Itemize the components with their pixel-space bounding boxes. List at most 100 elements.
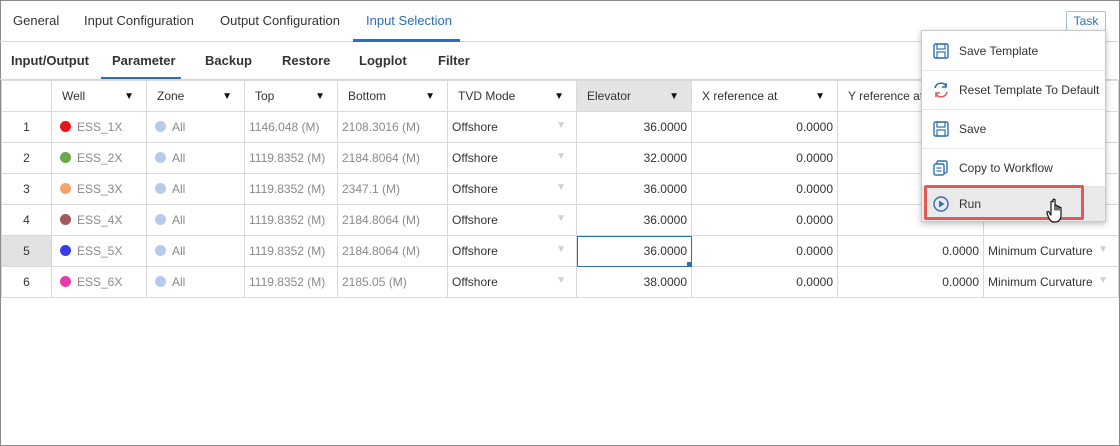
header-bottom[interactable]: Bottom ▼	[337, 80, 448, 112]
zone-cell[interactable]: All	[146, 235, 245, 267]
row-number[interactable]: 1	[1, 111, 52, 143]
top-cell[interactable]: 1119.8352 (M)	[244, 235, 338, 267]
well-color-dot	[60, 214, 71, 225]
subtab-filter[interactable]: Filter	[438, 53, 470, 68]
subtab-restore[interactable]: Restore	[282, 53, 330, 68]
sort-arrow-icon[interactable]: ▼	[222, 91, 232, 102]
zone-cell[interactable]: All	[146, 173, 245, 205]
top-cell[interactable]: 1119.8352 (M)	[244, 204, 338, 236]
bottom-cell[interactable]: 2184.8064 (M)	[337, 142, 448, 174]
header-well[interactable]: Well ▼	[51, 80, 147, 112]
sort-arrow-icon[interactable]: ▼	[315, 91, 325, 102]
row-number[interactable]: 4	[1, 204, 52, 236]
row-number[interactable]: 2	[1, 142, 52, 174]
tvd-mode-cell[interactable]: Offshore ▼	[447, 266, 577, 298]
subtab-input-output[interactable]: Input/Output	[11, 53, 89, 68]
bottom-cell[interactable]: 2184.8064 (M)	[337, 235, 448, 267]
x-reference-cell[interactable]: 0.0000	[691, 235, 838, 267]
well-color-dot	[60, 183, 71, 194]
method-cell[interactable]: Minimum Curvature ▼	[983, 235, 1119, 267]
sort-arrow-icon[interactable]: ▼	[669, 91, 679, 102]
dropdown-arrow-icon[interactable]: ▼	[1098, 275, 1108, 286]
well-color-dot	[60, 245, 71, 256]
well-cell[interactable]: ESS_6X	[51, 266, 147, 298]
subtab-parameter[interactable]: Parameter	[112, 53, 176, 68]
subtab-logplot[interactable]: Logplot	[359, 53, 407, 68]
zone-color-dot	[155, 276, 166, 287]
elevator-cell[interactable]: 36.0000	[576, 173, 692, 205]
bottom-cell[interactable]: 2184.8064 (M)	[337, 204, 448, 236]
tvd-mode-cell[interactable]: Offshore ▼	[447, 204, 577, 236]
well-cell[interactable]: ESS_1X	[51, 111, 147, 143]
dropdown-arrow-icon[interactable]: ▼	[556, 120, 566, 131]
tab-general[interactable]: General	[13, 13, 59, 28]
header-top[interactable]: Top ▼	[244, 80, 338, 112]
tvd-mode-cell[interactable]: Offshore ▼	[447, 235, 577, 267]
header-elevator[interactable]: Elevator ▼	[576, 80, 692, 112]
elevator-cell[interactable]: 38.0000	[576, 266, 692, 298]
top-cell[interactable]: 1119.8352 (M)	[244, 142, 338, 174]
subtab-backup[interactable]: Backup	[205, 53, 252, 68]
bottom-cell[interactable]: 2108.3016 (M)	[337, 111, 448, 143]
x-reference-cell[interactable]: 0.0000	[691, 111, 838, 143]
menu-item-copy-to-workflow[interactable]: Copy to Workflow	[922, 149, 1105, 187]
dropdown-arrow-icon[interactable]: ▼	[556, 213, 566, 224]
well-cell[interactable]: ESS_5X	[51, 235, 147, 267]
header-rownum	[1, 80, 52, 112]
dropdown-arrow-icon[interactable]: ▼	[556, 275, 566, 286]
tvd-mode-cell[interactable]: Offshore ▼	[447, 111, 577, 143]
bottom-cell[interactable]: 2347.1 (M)	[337, 173, 448, 205]
elevator-cell[interactable]: 32.0000	[576, 142, 692, 174]
well-cell[interactable]: ESS_3X	[51, 173, 147, 205]
menu-item-save[interactable]: Save	[922, 110, 1105, 148]
sort-arrow-icon[interactable]: ▼	[815, 91, 825, 102]
x-reference-cell[interactable]: 0.0000	[691, 266, 838, 298]
row-number[interactable]: 6	[1, 266, 52, 298]
top-cell[interactable]: 1119.8352 (M)	[244, 266, 338, 298]
elevator-cell[interactable]: 36.0000	[576, 235, 692, 267]
elevator-cell[interactable]: 36.0000	[576, 111, 692, 143]
tab-input-selection[interactable]: Input Selection	[366, 13, 452, 28]
zone-cell[interactable]: All	[146, 204, 245, 236]
header-x-reference[interactable]: X reference at ▼	[691, 80, 838, 112]
tab-output-configuration[interactable]: Output Configuration	[220, 13, 340, 28]
table-row[interactable]: 5 ESS_5X All 1119.8352 (M) 2184.8064 (M) Offs…	[1, 235, 1119, 267]
row-number[interactable]: 5	[1, 235, 52, 267]
sort-arrow-icon[interactable]: ▼	[124, 91, 134, 102]
sort-arrow-icon[interactable]: ▼	[425, 91, 435, 102]
dropdown-arrow-icon[interactable]: ▼	[556, 151, 566, 162]
y-reference-cell[interactable]: 0.0000	[837, 266, 984, 298]
zone-cell[interactable]: All	[146, 142, 245, 174]
top-cell[interactable]: 1119.8352 (M)	[244, 173, 338, 205]
x-reference-cell[interactable]: 0.0000	[691, 142, 838, 174]
dropdown-arrow-icon[interactable]: ▼	[556, 244, 566, 255]
dropdown-arrow-icon[interactable]: ▼	[556, 182, 566, 193]
x-reference-cell[interactable]: 0.0000	[691, 204, 838, 236]
header-tvd-mode[interactable]: TVD Mode ▼	[447, 80, 577, 112]
tvd-mode-cell[interactable]: Offshore ▼	[447, 173, 577, 205]
menu-item-reset-template[interactable]: Reset Template To Default	[922, 71, 1105, 109]
zone-cell[interactable]: All	[146, 266, 245, 298]
active-subtab-indicator	[101, 77, 181, 79]
elevator-cell[interactable]: 36.0000	[576, 204, 692, 236]
save-template-icon	[933, 43, 949, 59]
x-reference-cell[interactable]: 0.0000	[691, 173, 838, 205]
zone-cell[interactable]: All	[146, 111, 245, 143]
well-color-dot	[60, 152, 71, 163]
dropdown-arrow-icon[interactable]: ▼	[1098, 244, 1108, 255]
active-tab-indicator	[353, 39, 460, 42]
header-zone[interactable]: Zone ▼	[146, 80, 245, 112]
top-cell[interactable]: 1146.048 (M)	[244, 111, 338, 143]
method-cell[interactable]: Minimum Curvature ▼	[983, 266, 1119, 298]
tab-input-configuration[interactable]: Input Configuration	[84, 13, 194, 28]
row-number[interactable]: 3	[1, 173, 52, 205]
well-cell[interactable]: ESS_2X	[51, 142, 147, 174]
y-reference-cell[interactable]: 0.0000	[837, 235, 984, 267]
sort-arrow-icon[interactable]: ▼	[554, 91, 564, 102]
menu-item-save-template[interactable]: Save Template	[922, 32, 1105, 70]
bottom-cell[interactable]: 2185.05 (M)	[337, 266, 448, 298]
table-row[interactable]: 6 ESS_6X All 1119.8352 (M) 2185.05 (M) Offsho…	[1, 266, 1119, 298]
task-button[interactable]: Task	[1066, 11, 1106, 31]
tvd-mode-cell[interactable]: Offshore ▼	[447, 142, 577, 174]
well-cell[interactable]: ESS_4X	[51, 204, 147, 236]
